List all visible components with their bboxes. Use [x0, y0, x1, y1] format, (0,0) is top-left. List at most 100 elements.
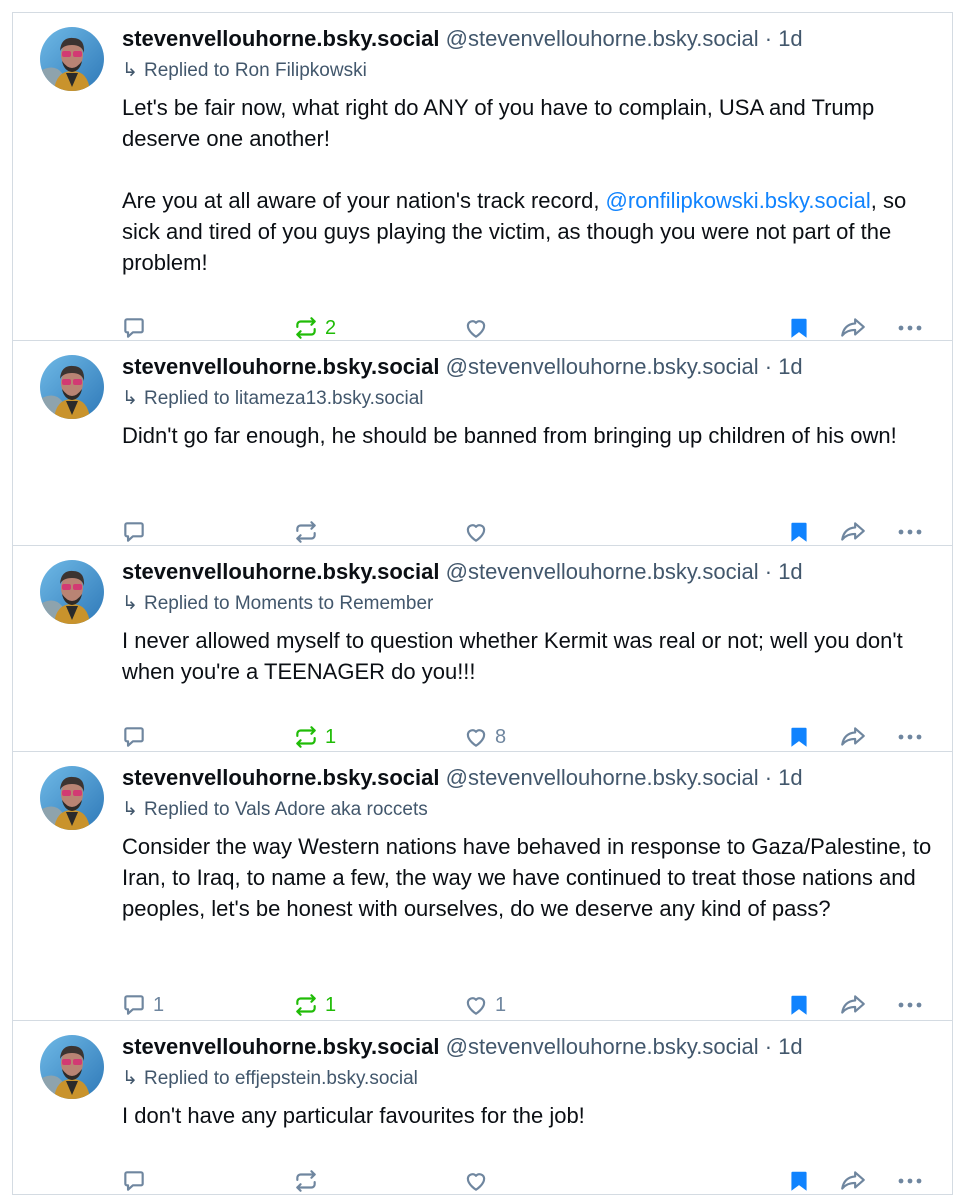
reply-arrow-icon: ↳ [122, 60, 138, 81]
repost-icon [293, 1168, 319, 1194]
post[interactable]: stevenvellouhorne.bsky.social @stevenvel… [12, 1020, 953, 1194]
author-handle[interactable]: @stevenvellouhorne.bsky.social [446, 1034, 759, 1059]
post-text: Didn't go far enough, he should be banne… [122, 420, 942, 451]
more-icon [896, 519, 924, 545]
bookmark-icon [786, 519, 812, 545]
post-feed: stevenvellouhorne.bsky.social @stevenvel… [0, 0, 963, 1200]
post-paragraph: Are you at all aware of your nation's tr… [122, 185, 942, 278]
more-options-button[interactable] [896, 987, 924, 1023]
like-count: 8 [495, 725, 507, 748]
avatar[interactable] [40, 560, 104, 624]
post-paragraph: Didn't go far enough, he should be banne… [122, 420, 942, 451]
post-text: Let's be fair now, what right do ANY of … [122, 92, 942, 278]
reply-to-label: Replied to Ron Filipkowski [144, 60, 367, 81]
reply-to-label: Replied to Moments to Remember [144, 593, 434, 614]
post-actions: 1 1 1 [13, 987, 952, 1023]
separator-dot: · [764, 1034, 773, 1059]
post[interactable]: stevenvellouhorne.bsky.social @stevenvel… [12, 12, 953, 340]
heart-icon [463, 1168, 489, 1194]
like-button[interactable]: 1 [463, 987, 506, 1023]
post-time[interactable]: 1d [778, 26, 802, 51]
reply-button[interactable] [121, 719, 153, 755]
post-time[interactable]: 1d [778, 1034, 802, 1059]
repost-button[interactable]: 1 [293, 719, 336, 755]
author-handle[interactable]: @stevenvellouhorne.bsky.social [446, 559, 759, 584]
comment-icon [121, 992, 147, 1018]
share-icon [839, 1168, 867, 1194]
repost-count: 1 [325, 993, 337, 1016]
bookmark-icon [786, 992, 812, 1018]
bookmark-button[interactable] [786, 987, 812, 1023]
repost-icon [293, 992, 319, 1018]
author-name[interactable]: stevenvellouhorne.bsky.social [122, 1034, 440, 1059]
post-paragraph: I don't have any particular favourites f… [122, 1100, 942, 1131]
reply-arrow-icon: ↳ [122, 799, 138, 820]
post-paragraph: I never allowed myself to question wheth… [122, 625, 942, 687]
more-icon [896, 724, 924, 750]
post-text-segment: I don't have any particular favourites f… [122, 1103, 585, 1128]
repost-count: 2 [325, 316, 337, 339]
share-button[interactable] [839, 987, 867, 1023]
post-time[interactable]: 1d [778, 559, 802, 584]
author-name[interactable]: stevenvellouhorne.bsky.social [122, 765, 440, 790]
post[interactable]: stevenvellouhorne.bsky.social @stevenvel… [12, 751, 953, 1020]
reply-to-label: Replied to effjepstein.bsky.social [144, 1068, 418, 1089]
post-text-segment: Are you at all aware of your nation's tr… [122, 188, 606, 213]
repost-count: 1 [325, 725, 337, 748]
repost-icon [293, 724, 319, 750]
repost-button[interactable]: 1 [293, 987, 336, 1023]
comment-icon [121, 519, 147, 545]
reply-arrow-icon: ↳ [122, 388, 138, 409]
author-name[interactable]: stevenvellouhorne.bsky.social [122, 354, 440, 379]
author-handle[interactable]: @stevenvellouhorne.bsky.social [446, 765, 759, 790]
comment-icon [121, 724, 147, 750]
share-button[interactable] [839, 719, 867, 755]
reply-indicator[interactable]: ↳ Replied to Ron Filipkowski [122, 59, 367, 83]
post[interactable]: stevenvellouhorne.bsky.social @stevenvel… [12, 340, 953, 545]
repost-icon [293, 315, 319, 341]
post[interactable]: stevenvellouhorne.bsky.social @stevenvel… [12, 545, 953, 751]
separator-dot: · [764, 26, 773, 51]
share-icon [839, 992, 867, 1018]
post-paragraph: Let's be fair now, what right do ANY of … [122, 92, 942, 154]
author-handle[interactable]: @stevenvellouhorne.bsky.social [446, 26, 759, 51]
bookmark-icon [786, 724, 812, 750]
reply-indicator[interactable]: ↳ Replied to Vals Adore aka roccets [122, 798, 428, 822]
avatar[interactable] [40, 766, 104, 830]
heart-icon [463, 992, 489, 1018]
post-text: I don't have any particular favourites f… [122, 1100, 942, 1131]
reply-indicator[interactable]: ↳ Replied to litameza13.bsky.social [122, 387, 424, 411]
separator-dot: · [764, 559, 773, 584]
reply-indicator[interactable]: ↳ Replied to effjepstein.bsky.social [122, 1067, 418, 1091]
post-header: stevenvellouhorne.bsky.social @stevenvel… [122, 25, 942, 53]
more-icon [896, 992, 924, 1018]
post-paragraph: Consider the way Western nations have be… [122, 831, 942, 924]
post-time[interactable]: 1d [778, 354, 802, 379]
bookmark-icon [786, 315, 812, 341]
avatar[interactable] [40, 1035, 104, 1099]
comment-icon [121, 315, 147, 341]
reply-indicator[interactable]: ↳ Replied to Moments to Remember [122, 592, 433, 616]
reply-button[interactable]: 1 [121, 987, 164, 1023]
avatar[interactable] [40, 355, 104, 419]
author-name[interactable]: stevenvellouhorne.bsky.social [122, 26, 440, 51]
post-header: stevenvellouhorne.bsky.social @stevenvel… [122, 353, 942, 381]
reply-count: 1 [153, 993, 165, 1016]
reply-to-label: Replied to litameza13.bsky.social [144, 388, 424, 409]
heart-icon [463, 519, 489, 545]
like-button[interactable]: 8 [463, 719, 506, 755]
author-handle[interactable]: @stevenvellouhorne.bsky.social [446, 354, 759, 379]
author-name[interactable]: stevenvellouhorne.bsky.social [122, 559, 440, 584]
separator-dot: · [764, 354, 773, 379]
more-options-button[interactable] [896, 719, 924, 755]
post-time[interactable]: 1d [778, 765, 802, 790]
bookmark-button[interactable] [786, 719, 812, 755]
mention-link[interactable]: @ronfilipkowski.bsky.social [606, 188, 871, 213]
separator-dot: · [764, 765, 773, 790]
reply-to-label: Replied to Vals Adore aka roccets [144, 799, 428, 820]
reply-arrow-icon: ↳ [122, 593, 138, 614]
post-text-segment: Let's be fair now, what right do ANY of … [122, 95, 875, 151]
post-text-segment: Didn't go far enough, he should be banne… [122, 423, 897, 448]
avatar[interactable] [40, 27, 104, 91]
share-icon [839, 315, 867, 341]
